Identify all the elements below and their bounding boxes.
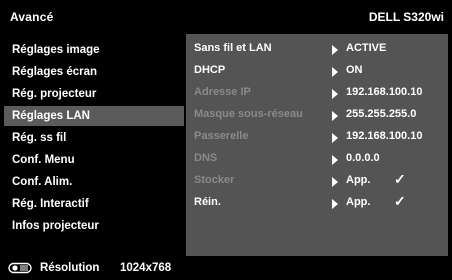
setting-value: ACTIVE [346,42,387,54]
setting-label: Réin. [194,196,221,208]
arrow-right-icon [332,155,338,165]
checkmark-icon: ✓ [394,193,406,209]
setting-label: DHCP [194,64,226,76]
setting-row-ip-address: Adresse IP 192.168.100.10 [186,82,448,104]
arrow-right-icon [332,177,338,187]
sidebar-item-lan-settings[interactable]: Réglages LAN [4,106,184,126]
setting-label: Adresse IP [194,86,251,98]
setting-label: Stocker [194,174,235,186]
setting-label: DNS [194,152,218,164]
setting-value: 0.0.0.0 [346,152,380,164]
setting-row-gateway: Passerelle 192.168.100.10 [186,126,448,148]
setting-row-wireless-lan[interactable]: Sans fil et LAN ACTIVE [186,38,448,60]
sidebar-item-menu-config[interactable]: Conf. Menu [4,150,184,170]
setting-value: 255.255.255.0 [346,108,417,120]
setting-value: App. [346,196,371,208]
arrow-right-icon [332,45,338,55]
sidebar-item-interactive-settings[interactable]: Rég. Interactif [4,194,184,214]
setting-row-subnet-mask: Masque sous-réseau 255.255.255.0 [186,104,448,126]
sidebar-item-projector-settings[interactable]: Rég. projecteur [4,84,184,104]
setting-value: ON [346,64,363,76]
status-bar: Résolution 1024x768 [0,256,452,280]
projector-model: DELL S320wi [368,10,444,24]
menu-title: Avancé [10,10,54,24]
sidebar-item-screen-settings[interactable]: Réglages écran [4,62,184,82]
setting-value: 192.168.100.10 [346,130,423,142]
sidebar-item-power-config[interactable]: Conf. Alim. [4,172,184,192]
setting-row-reset[interactable]: Réin. App. ✓ [186,192,448,214]
setting-row-dns: DNS 0.0.0.0 [186,148,448,170]
sidebar-item-projector-info[interactable]: Infos projecteur [4,216,184,236]
projector-icon [8,262,32,274]
setting-value: 192.168.100.10 [346,86,423,98]
arrow-right-icon [332,67,338,77]
lan-settings-panel: Sans fil et LAN ACTIVE DHCP ON Adresse I… [186,34,448,256]
arrow-right-icon [332,199,338,209]
setting-row-dhcp[interactable]: DHCP ON [186,60,448,82]
resolution-label: Résolution [40,262,100,274]
arrow-right-icon [332,111,338,121]
resolution-value: 1024x768 [120,262,172,274]
sidebar-item-wireless-settings[interactable]: Rég. ss fil [4,128,184,148]
sidebar-item-image-settings[interactable]: Réglages image [4,40,184,60]
setting-row-store: Stocker App. ✓ [186,170,448,192]
arrow-right-icon [332,133,338,143]
setting-label: Masque sous-réseau [194,108,303,120]
setting-value: App. [346,174,371,186]
sidebar-menu: Réglages image Réglages écran Rég. proje… [0,34,186,256]
setting-label: Sans fil et LAN [194,42,272,54]
arrow-right-icon [332,89,338,99]
title-bar: Avancé DELL S320wi [0,0,452,34]
checkmark-icon: ✓ [394,171,406,187]
setting-label: Passerelle [194,130,249,142]
